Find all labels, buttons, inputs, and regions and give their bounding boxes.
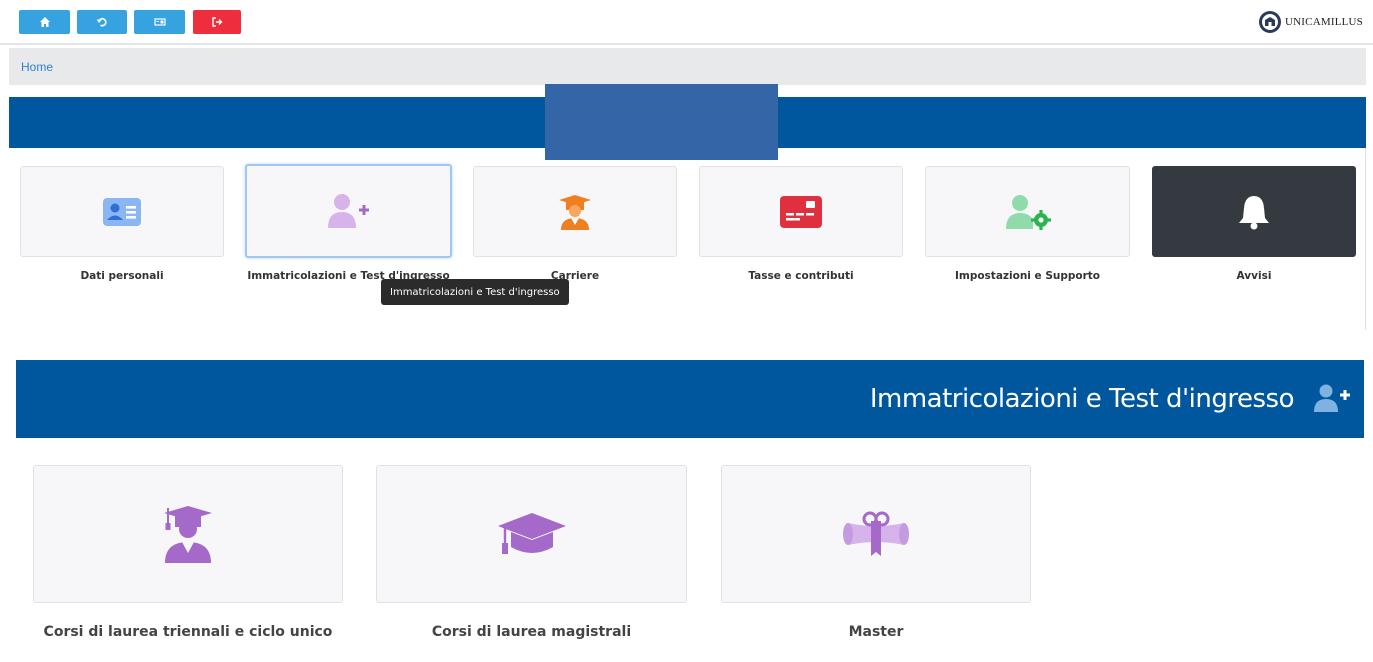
card-label: Impostazioni e Supporto [954,270,1101,282]
user-plus-icon [327,194,369,228]
card-avvisi[interactable] [1152,166,1356,257]
home-icon [39,17,50,27]
brand-name: UNICAMILLUS [1285,16,1363,28]
graduation-cap-icon [497,513,566,554]
history-icon [96,17,107,27]
id-card-icon [153,18,166,26]
home-button[interactable] [19,10,70,34]
card-label: Tasse e contributi [748,270,854,282]
card-master[interactable] [721,465,1031,603]
section-title: Immatricolazioni e Test d'ingresso [869,384,1295,414]
card-impostazioni-supporto[interactable] [925,166,1130,257]
id-card-icon [103,197,141,226]
logout-button[interactable] [193,10,241,34]
user-plus-icon [1314,384,1350,412]
card-corsi-triennali[interactable] [33,465,343,603]
card-label: Dati personali [80,270,164,282]
card-label: Corsi di laurea triennali e ciclo unico [43,624,333,640]
breadcrumb: Home [9,48,1366,85]
card-label: Master [848,624,904,640]
redacted-area [545,84,778,160]
id-card-button[interactable] [134,10,185,34]
tooltip: Immatricolazioni e Test d'ingresso [381,279,569,305]
card-label: Corsi di laurea magistrali [431,624,632,640]
bell-icon [1239,195,1269,229]
card-corsi-magistrali[interactable] [376,465,687,603]
user-gear-icon [1005,194,1051,230]
section-header: Immatricolazioni e Test d'ingresso [16,360,1364,438]
card-carriere[interactable] [473,166,677,257]
diploma-icon [843,511,909,556]
logout-icon [212,17,223,27]
card-dati-personali[interactable] [20,166,224,257]
card-label: Avvisi [1236,270,1272,282]
graduate-icon [559,194,591,230]
history-button[interactable] [77,10,127,34]
brand-logo[interactable]: UNICAMILLUS [1258,9,1363,35]
breadcrumb-home-link[interactable]: Home [21,60,53,74]
credit-card-icon [780,195,822,228]
graduate-icon [164,506,212,563]
card-immatricolazioni[interactable] [245,164,452,258]
university-seal-icon [1259,11,1282,33]
card-tasse-contributi[interactable] [699,166,903,257]
